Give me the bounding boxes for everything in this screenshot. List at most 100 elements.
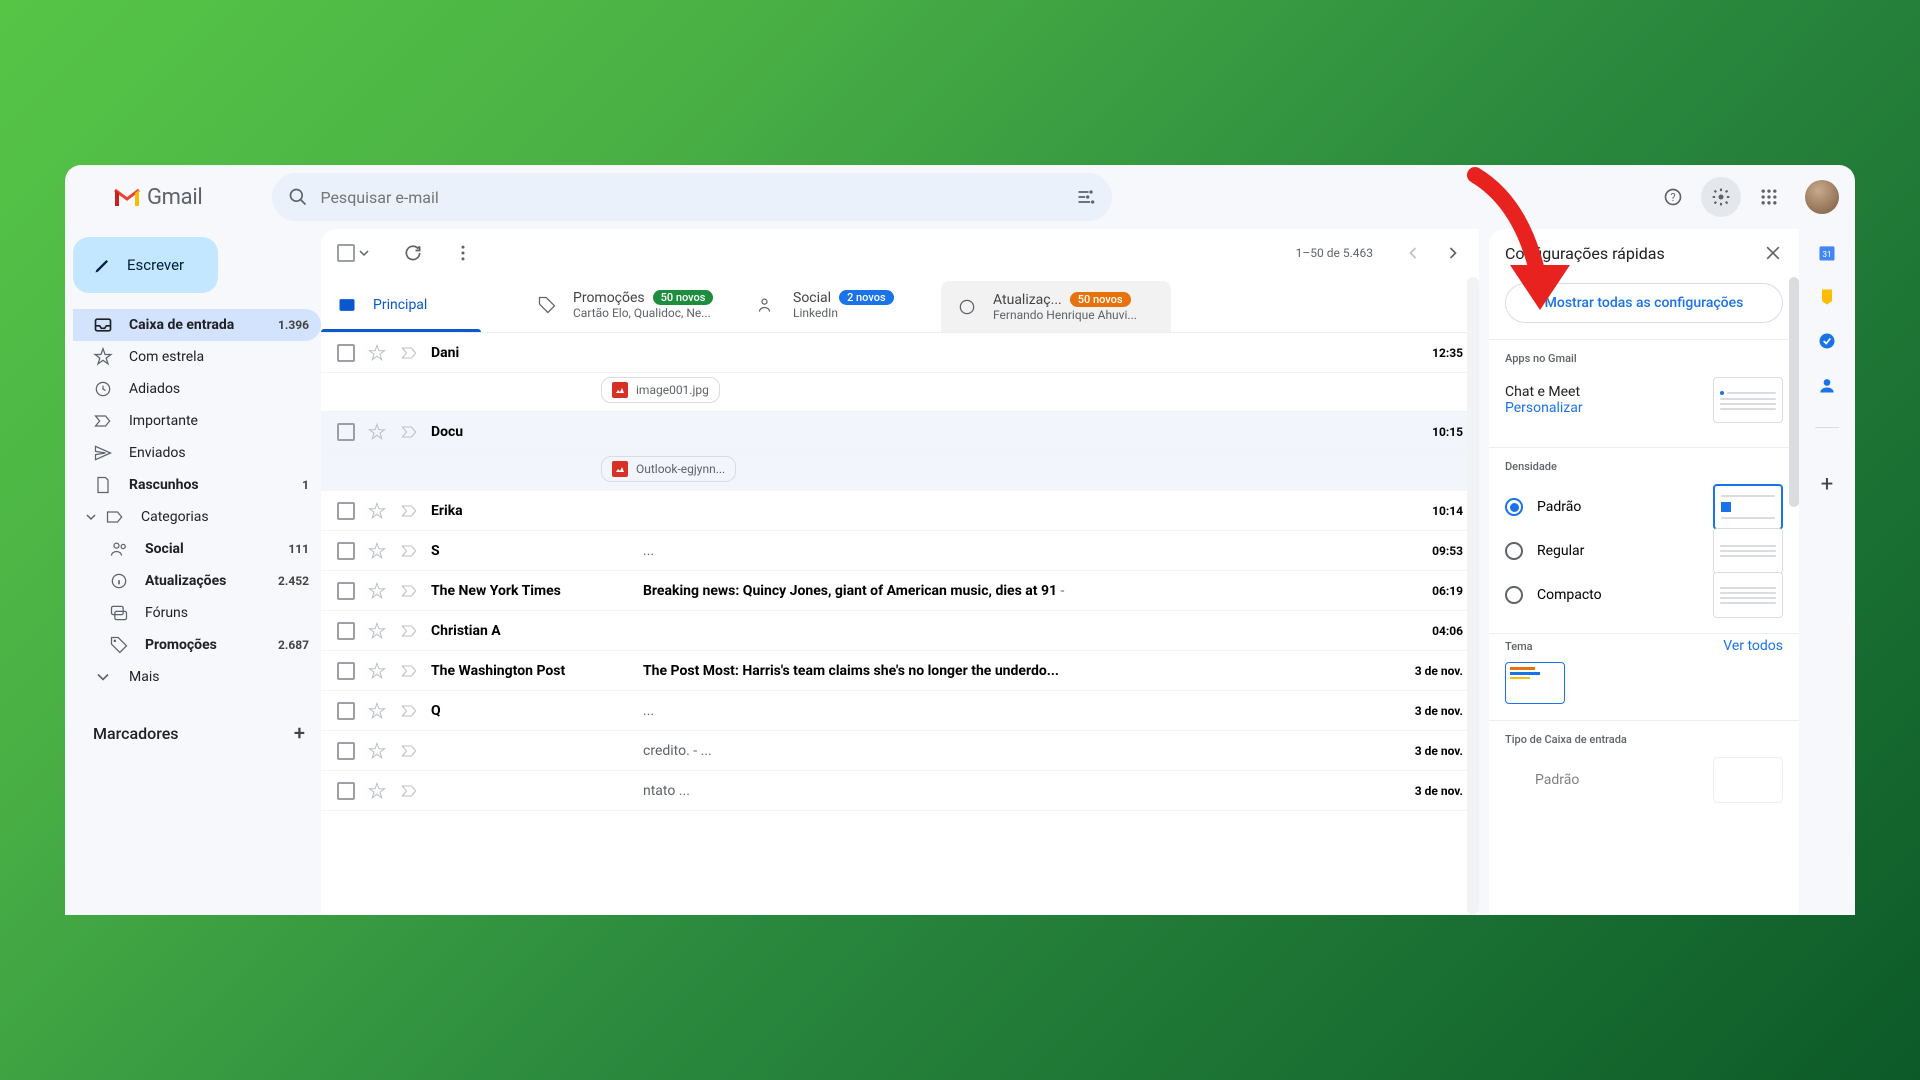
star-icon[interactable] — [367, 701, 387, 721]
mail-row[interactable]: Dani 12:35 — [321, 333, 1479, 373]
nav-promotions[interactable]: Promoções2.687 — [73, 629, 321, 661]
close-settings-button[interactable] — [1763, 243, 1783, 263]
star-icon[interactable] — [367, 781, 387, 801]
next-page-icon[interactable] — [1443, 243, 1463, 263]
customize-link[interactable]: Personalizar — [1505, 400, 1701, 416]
mail-row[interactable]: ntato ... 3 de nov. — [321, 771, 1479, 811]
refresh-icon[interactable] — [403, 243, 423, 263]
tasks-icon[interactable] — [1817, 331, 1837, 351]
tune-icon[interactable] — [1076, 187, 1096, 207]
attachment-chip[interactable]: image001.jpg — [601, 377, 720, 403]
apps-thumbnail — [1713, 377, 1783, 423]
important-marker-icon[interactable] — [399, 541, 419, 561]
row-checkbox[interactable] — [337, 702, 355, 720]
mail-main: 1–50 de 5.463 Principal Promoções50 novo… — [321, 229, 1479, 915]
page-info: 1–50 de 5.463 — [1296, 246, 1373, 260]
star-icon[interactable] — [367, 501, 387, 521]
select-dropdown-icon[interactable] — [359, 248, 369, 258]
contacts-icon[interactable] — [1817, 375, 1837, 395]
mail-row[interactable]: Christian A 04:06 — [321, 611, 1479, 651]
row-checkbox[interactable] — [337, 542, 355, 560]
keep-icon[interactable] — [1817, 287, 1837, 307]
star-icon[interactable] — [367, 422, 387, 442]
star-icon[interactable] — [367, 581, 387, 601]
search-input[interactable] — [320, 188, 1064, 207]
tag-icon — [109, 635, 129, 655]
nav-social[interactable]: Social111 — [73, 533, 321, 565]
star-icon[interactable] — [367, 541, 387, 561]
row-checkbox[interactable] — [337, 344, 355, 362]
mail-row[interactable]: Docu 10:15 — [321, 412, 1479, 452]
topbar: Gmail ? — [65, 165, 1855, 229]
nav-more[interactable]: Mais — [73, 661, 321, 693]
nav-important[interactable]: Importante — [73, 405, 321, 437]
calendar-icon[interactable]: 31 — [1817, 243, 1837, 263]
account-avatar[interactable] — [1805, 180, 1839, 214]
show-all-settings-button[interactable]: Mostrar todas as configurações — [1505, 283, 1783, 323]
row-checkbox[interactable] — [337, 782, 355, 800]
nav-sent[interactable]: Enviados — [73, 437, 321, 469]
row-checkbox[interactable] — [337, 423, 355, 441]
important-marker-icon[interactable] — [399, 343, 419, 363]
settings-button[interactable] — [1701, 177, 1741, 217]
more-icon[interactable] — [453, 243, 473, 263]
gmail-logo[interactable]: Gmail — [113, 185, 202, 210]
tab-promotions[interactable]: Promoções50 novos Cartão Elo, Qualidoc, … — [521, 277, 741, 332]
nav-forums[interactable]: Fóruns — [73, 597, 321, 629]
star-icon[interactable] — [367, 741, 387, 761]
nav-inbox[interactable]: Caixa de entrada1.396 — [73, 309, 321, 341]
apps-button[interactable] — [1749, 177, 1789, 217]
star-icon[interactable] — [367, 621, 387, 641]
mail-row[interactable]: The Washington Post The Post Most: Harri… — [321, 651, 1479, 691]
important-marker-icon[interactable] — [399, 741, 419, 761]
star-icon[interactable] — [367, 343, 387, 363]
important-icon — [93, 411, 113, 431]
scrollbar[interactable] — [1467, 277, 1479, 915]
star-icon[interactable] — [367, 661, 387, 681]
view-all-themes-link[interactable]: Ver todos — [1723, 638, 1783, 654]
add-addon-button[interactable]: + — [1821, 472, 1833, 497]
mail-row[interactable]: S ... 09:53 — [321, 531, 1479, 571]
search-bar[interactable] — [272, 173, 1112, 221]
forums-icon — [109, 603, 129, 623]
row-checkbox[interactable] — [337, 582, 355, 600]
prev-page-icon[interactable] — [1403, 243, 1423, 263]
important-marker-icon[interactable] — [399, 621, 419, 641]
quick-settings-panel: Configurações rápidas Mostrar todas as c… — [1489, 229, 1799, 915]
nav-categories[interactable]: Categorias — [73, 501, 321, 533]
nav-drafts[interactable]: Rascunhos1 — [73, 469, 321, 501]
mail-row[interactable]: Q ... 3 de nov. — [321, 691, 1479, 731]
settings-scrollbar[interactable] — [1789, 277, 1799, 507]
important-marker-icon[interactable] — [399, 701, 419, 721]
attachment-chip[interactable]: Outlook-egjynn... — [601, 456, 736, 482]
nav-snoozed[interactable]: Adiados — [73, 373, 321, 405]
density-default[interactable]: Padrão — [1505, 485, 1783, 529]
density-compact[interactable]: Compacto — [1505, 573, 1783, 617]
attachment-row: Outlook-egjynn... — [321, 452, 1479, 491]
row-checkbox[interactable] — [337, 502, 355, 520]
help-button[interactable]: ? — [1653, 177, 1693, 217]
important-marker-icon[interactable] — [399, 581, 419, 601]
tab-primary[interactable]: Principal — [321, 277, 521, 332]
important-marker-icon[interactable] — [399, 422, 419, 442]
mail-row[interactable]: Erika 10:14 — [321, 491, 1479, 531]
row-checkbox[interactable] — [337, 662, 355, 680]
theme-thumbnail[interactable] — [1505, 662, 1565, 704]
mail-row[interactable]: The New York Times Breaking news: Quincy… — [321, 571, 1479, 611]
row-checkbox[interactable] — [337, 742, 355, 760]
nav-updates[interactable]: Atualizações2.452 — [73, 565, 321, 597]
inbox-type-default[interactable]: Padrão — [1505, 758, 1783, 802]
row-checkbox[interactable] — [337, 622, 355, 640]
main-menu-button[interactable] — [81, 185, 105, 209]
important-marker-icon[interactable] — [399, 501, 419, 521]
important-marker-icon[interactable] — [399, 781, 419, 801]
select-all-checkbox[interactable] — [337, 244, 355, 262]
add-label-button[interactable]: + — [294, 721, 305, 745]
tab-updates[interactable]: Atualizaç...50 novos Fernando Henrique A… — [941, 281, 1171, 332]
compose-button[interactable]: Escrever — [73, 237, 218, 293]
density-comfortable[interactable]: Regular — [1505, 529, 1783, 573]
mail-row[interactable]: credito. - ... 3 de nov. — [321, 731, 1479, 771]
important-marker-icon[interactable] — [399, 661, 419, 681]
tab-social[interactable]: Social2 novos LinkedIn — [741, 277, 941, 332]
nav-starred[interactable]: Com estrela — [73, 341, 321, 373]
